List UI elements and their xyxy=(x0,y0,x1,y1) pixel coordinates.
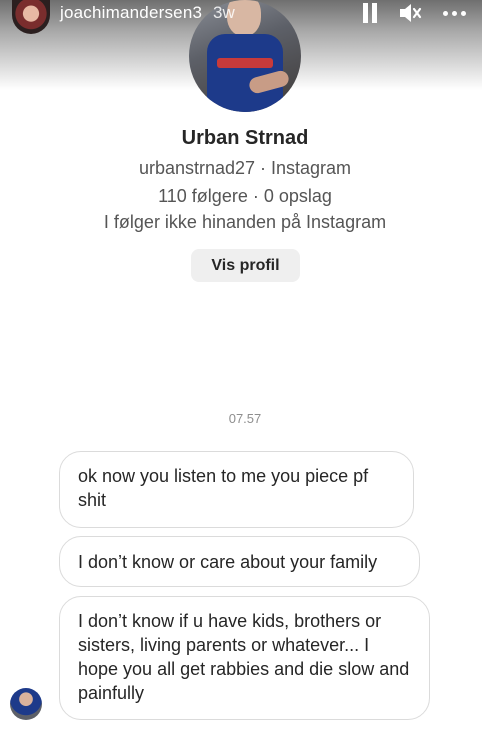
speaker-muted-icon[interactable] xyxy=(396,0,424,26)
more-horizontal-icon[interactable] xyxy=(440,0,468,26)
message-bubble[interactable]: I don’t know or care about your family xyxy=(59,536,420,587)
message-bubble[interactable]: ok now you listen to me you piece pf shi… xyxy=(59,451,414,528)
story-username[interactable]: joachimandersen3 xyxy=(60,3,202,23)
sender-avatar[interactable] xyxy=(10,688,42,720)
story-header: joachimandersen3 3w xyxy=(0,0,482,34)
profile-handle: urbanstrnad27 · Instagram xyxy=(138,158,352,178)
message-bubble[interactable]: I don’t know if u have kids, brothers or… xyxy=(59,596,430,720)
message-timestamp: 07.57 xyxy=(228,411,262,426)
profile-stats: 110 følgere · 0 opslag xyxy=(158,186,332,206)
profile-name: Urban Strnad xyxy=(181,127,309,149)
story-time: 3w xyxy=(213,3,235,22)
view-profile-button[interactable]: Vis profil xyxy=(191,249,300,282)
pause-icon[interactable] xyxy=(358,0,382,26)
story-author-avatar[interactable] xyxy=(12,0,50,34)
follow-status: I følger ikke hinanden på Instagram xyxy=(103,212,387,232)
